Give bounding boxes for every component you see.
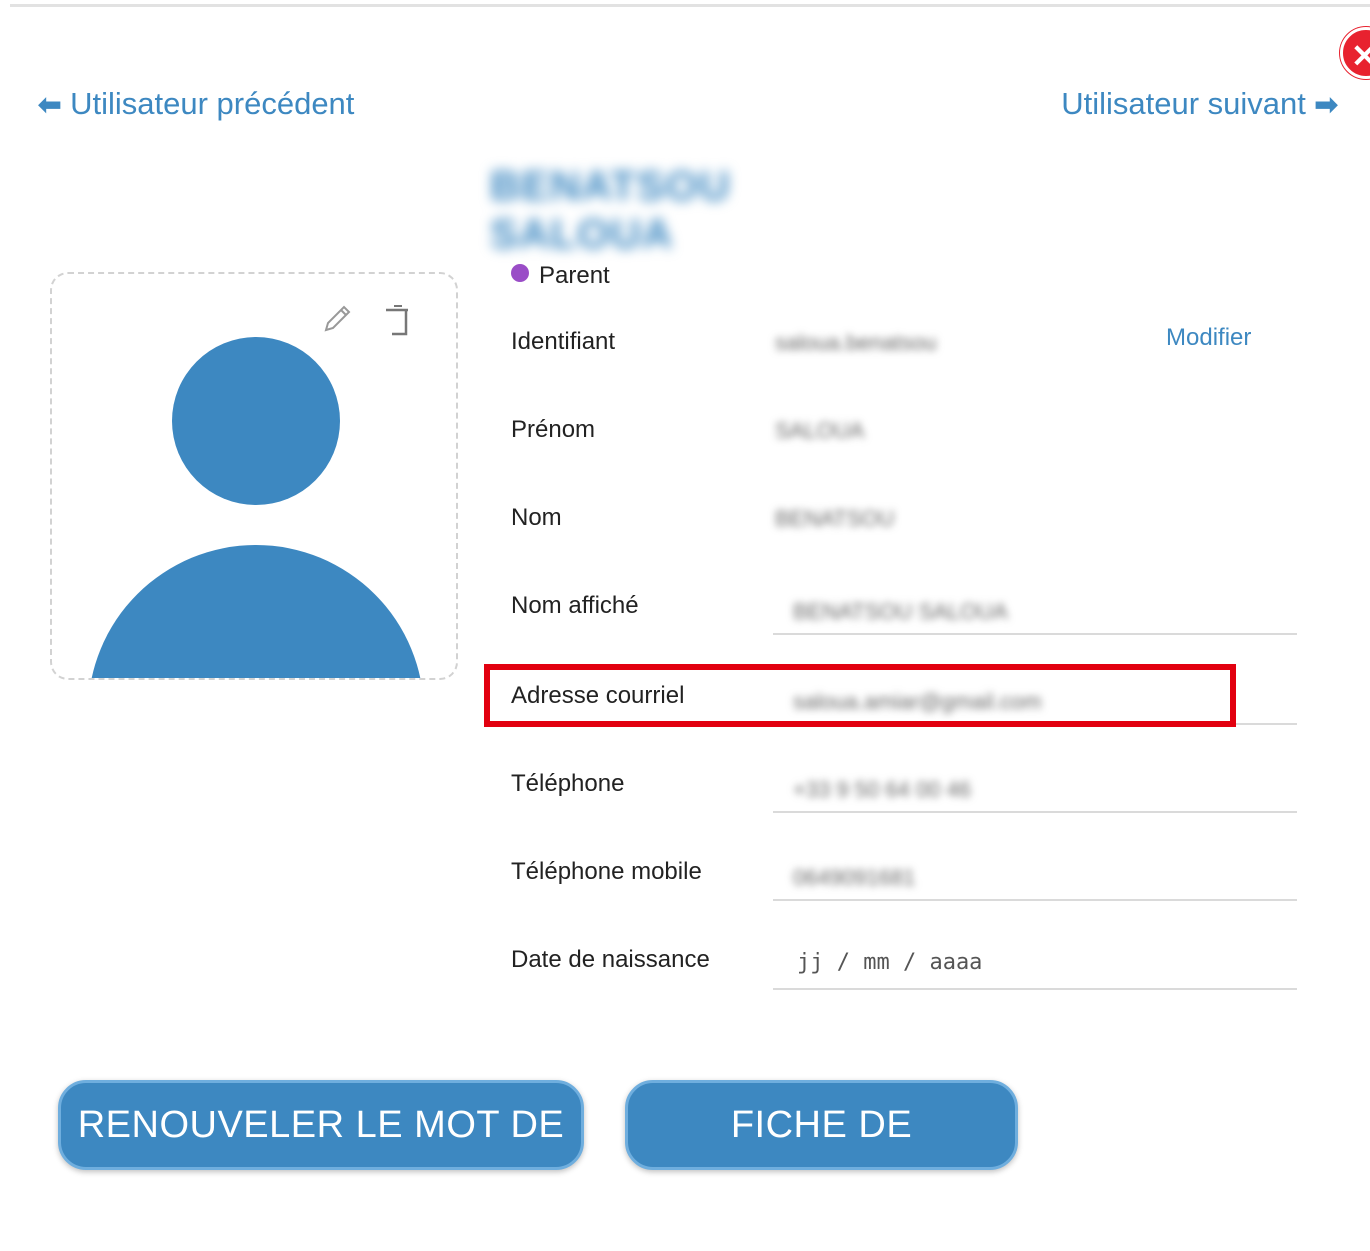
- modify-identifiant-link[interactable]: Modifier: [1166, 324, 1251, 352]
- identifiant-value: saloua.benatsou: [775, 330, 937, 355]
- next-user-link[interactable]: Utilisateur suivant ➡: [1061, 86, 1338, 122]
- nom-affiche-field[interactable]: BENATSOU SALOUA: [773, 591, 1297, 635]
- birthdate-field[interactable]: jj / mm / aaaa: [773, 946, 1297, 990]
- arrow-right-icon: ➡: [1314, 89, 1338, 120]
- next-user-label: Utilisateur suivant: [1061, 86, 1306, 121]
- close-icon[interactable]: ✕: [1340, 27, 1370, 79]
- renew-password-button[interactable]: RENOUVELER LE MOT DE PASSE: [58, 1080, 584, 1230]
- mobile-field[interactable]: 0649091681: [773, 857, 1297, 901]
- email-highlight-box: [484, 664, 1236, 727]
- nom-value: BENATSOU: [775, 506, 895, 531]
- telephone-label: Téléphone: [511, 770, 625, 797]
- nom-affiche-value: BENATSOU SALOUA: [793, 599, 1008, 624]
- mobile-value: 0649091681: [793, 865, 916, 890]
- mobile-label: Téléphone mobile: [511, 858, 702, 885]
- previous-user-label: Utilisateur précédent: [70, 86, 355, 121]
- previous-user-link[interactable]: ⬅ Utilisateur précédent: [38, 86, 354, 122]
- role-badge: Parent: [511, 262, 610, 290]
- prenom-value: SALOUA: [775, 418, 865, 443]
- trash-icon[interactable]: [382, 304, 414, 338]
- nom-label: Nom: [511, 504, 562, 531]
- nom-affiche-label: Nom affiché: [511, 592, 639, 619]
- telephone-value: +33 9 50 64 00 46: [793, 777, 971, 802]
- identifiant-label: Identifiant: [511, 328, 616, 355]
- page-title: BENATSOU SALOUA: [490, 162, 731, 257]
- role-dot: [511, 264, 529, 282]
- telephone-field[interactable]: +33 9 50 64 00 46: [773, 769, 1297, 813]
- arrow-left-icon: ⬅: [38, 89, 62, 120]
- role-label: Parent: [539, 262, 610, 289]
- avatar: [50, 272, 458, 680]
- birthdate-label: Date de naissance: [511, 946, 710, 973]
- top-divider: [10, 4, 1370, 7]
- birthdate-placeholder: jj / mm / aaaa: [797, 950, 983, 975]
- pencil-icon[interactable]: [320, 302, 354, 336]
- avatar-head: [172, 337, 340, 505]
- login-sheet-button[interactable]: FICHE DE CONNEXION: [625, 1080, 1018, 1230]
- prenom-label: Prénom: [511, 416, 596, 443]
- avatar-body: [88, 545, 424, 678]
